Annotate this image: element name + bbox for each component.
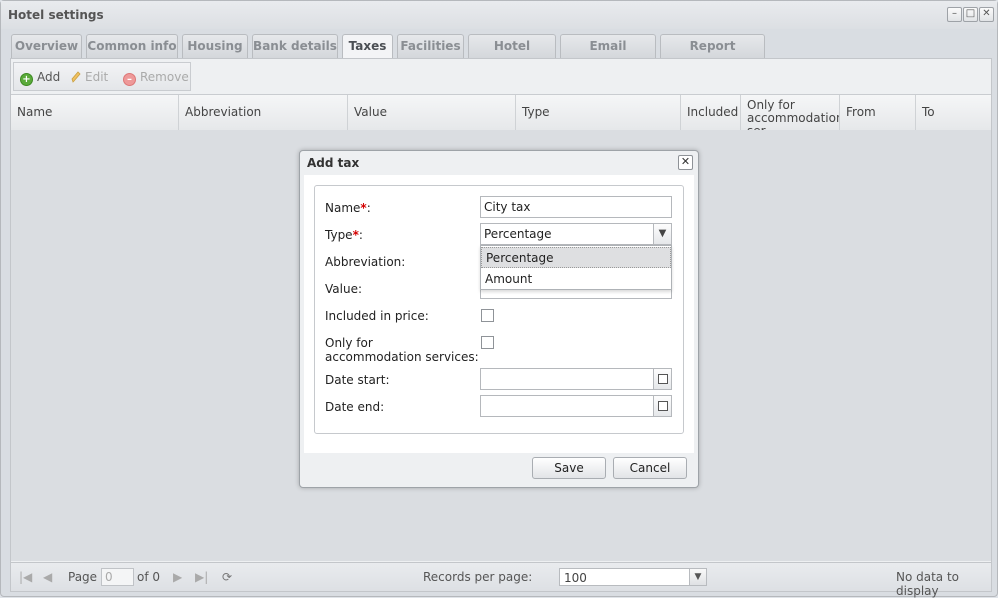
remove-circle-icon: – bbox=[123, 73, 136, 86]
tab-report-settings[interactable]: Report settings bbox=[660, 34, 765, 76]
name-field[interactable]: City tax bbox=[480, 196, 672, 218]
column-name[interactable]: Name bbox=[11, 95, 179, 130]
tab-facilities[interactable]: Facilities bbox=[397, 34, 464, 58]
add-button[interactable]: + Add bbox=[20, 70, 60, 86]
column-included-in[interactable]: Included in bbox=[681, 95, 741, 130]
column-type[interactable]: Type bbox=[516, 95, 681, 130]
dialog-body: Name*: City tax Type*: Percentage ▼ Abbr… bbox=[304, 175, 694, 453]
edit-button[interactable]: Edit bbox=[71, 70, 108, 84]
tab-taxes[interactable]: Taxes bbox=[342, 34, 393, 59]
records-per-page-label: Records per page: bbox=[423, 570, 533, 584]
type-option-percentage[interactable]: Percentage bbox=[481, 247, 671, 268]
tab-overview[interactable]: Overview bbox=[11, 34, 82, 58]
tab-email-settings[interactable]: Email settings bbox=[560, 34, 656, 76]
remove-label: Remove bbox=[140, 70, 189, 84]
close-icon[interactable]: ✕ bbox=[678, 155, 693, 170]
tax-form: Name*: City tax Type*: Percentage ▼ Abbr… bbox=[314, 185, 684, 434]
column-from[interactable]: From bbox=[840, 95, 916, 130]
calendar-icon[interactable] bbox=[653, 396, 671, 416]
grid-toolbar: + Add Edit – Remove bbox=[13, 62, 191, 91]
type-dropdown-list: Percentage Amount bbox=[480, 245, 672, 290]
last-page-icon[interactable]: ▶| bbox=[195, 570, 208, 584]
date-start-field[interactable] bbox=[480, 368, 672, 390]
chevron-down-icon[interactable]: ▼ bbox=[653, 224, 671, 244]
column-abbreviation[interactable]: Abbreviation bbox=[179, 95, 348, 130]
add-label: Add bbox=[37, 70, 61, 84]
dialog-title: Add tax bbox=[307, 156, 360, 170]
maximize-icon[interactable]: □ bbox=[963, 7, 978, 22]
grid-header: Name Abbreviation Value Type Included in… bbox=[11, 94, 991, 131]
first-page-icon[interactable]: |◀ bbox=[19, 570, 32, 584]
value-label: Value: bbox=[325, 282, 362, 296]
tab-bank-details[interactable]: Bank details bbox=[252, 34, 338, 58]
name-label: Name*: bbox=[325, 201, 371, 215]
window-titlebar[interactable]: Hotel settings – □ ✕ bbox=[1, 1, 997, 29]
column-to[interactable]: To bbox=[916, 95, 991, 130]
column-value[interactable]: Value bbox=[348, 95, 516, 130]
tab-common-info[interactable]: Common info bbox=[86, 34, 178, 58]
page-count: of 0 bbox=[137, 570, 161, 584]
remove-button[interactable]: – Remove bbox=[123, 70, 189, 86]
tab-hotel-photos[interactable]: Hotel photos bbox=[468, 34, 556, 76]
date-start-label: Date start: bbox=[325, 373, 390, 387]
chevron-down-icon[interactable]: ▼ bbox=[689, 569, 706, 585]
next-page-icon[interactable]: ▶ bbox=[173, 570, 182, 584]
type-label: Type*: bbox=[325, 228, 363, 242]
edit-label: Edit bbox=[85, 70, 109, 84]
included-in-price-checkbox[interactable] bbox=[481, 309, 494, 322]
calendar-icon[interactable] bbox=[653, 369, 671, 389]
pagination-bar: |◀ ◀ Page 0 of 0 ▶ ▶| ⟳ Records per page… bbox=[11, 562, 991, 598]
included-in-price-label: Included in price: bbox=[325, 309, 429, 323]
prev-page-icon[interactable]: ◀ bbox=[43, 570, 52, 584]
refresh-icon[interactable]: ⟳ bbox=[222, 570, 232, 584]
type-option-amount[interactable]: Amount bbox=[481, 269, 671, 290]
page-number-input[interactable]: 0 bbox=[101, 568, 134, 586]
page-label: Page bbox=[68, 570, 98, 584]
column-only-for[interactable]: Only for accommodation ser bbox=[741, 95, 840, 130]
date-end-label: Date end: bbox=[325, 400, 385, 414]
pager-status: No data to display bbox=[896, 570, 960, 598]
records-per-page-select[interactable]: 100 ▼ bbox=[559, 568, 707, 586]
abbreviation-label: Abbreviation: bbox=[325, 255, 406, 269]
type-select[interactable]: Percentage ▼ bbox=[480, 223, 672, 245]
window-title: Hotel settings bbox=[8, 8, 104, 22]
pencil-icon bbox=[71, 71, 81, 83]
cancel-button[interactable]: Cancel bbox=[613, 457, 687, 479]
minimize-icon[interactable]: – bbox=[947, 7, 962, 22]
add-circle-icon: + bbox=[20, 73, 33, 86]
add-tax-dialog: Add tax ✕ Name*: City tax Type*: Percent… bbox=[299, 150, 699, 488]
close-window-icon[interactable]: ✕ bbox=[979, 7, 994, 22]
save-button[interactable]: Save bbox=[532, 457, 606, 479]
date-end-field[interactable] bbox=[480, 395, 672, 417]
only-for-accommodation-label: Only for accommodation services: bbox=[325, 336, 479, 364]
tab-housing[interactable]: Housing bbox=[182, 34, 248, 58]
only-for-accommodation-checkbox[interactable] bbox=[481, 336, 494, 349]
